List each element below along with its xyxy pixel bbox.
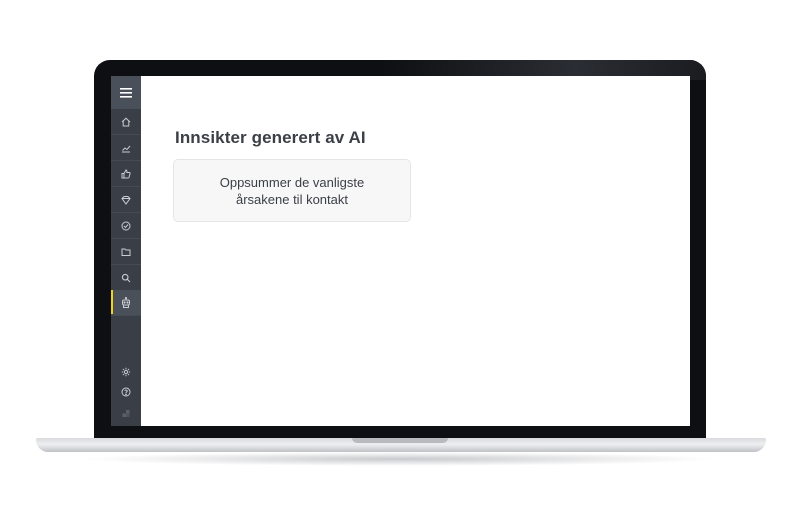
sidebar-item-tasks[interactable] (111, 213, 141, 239)
sidebar-logo (111, 401, 141, 426)
hamburger-icon (120, 87, 132, 98)
active-indicator (111, 290, 113, 314)
diamond-icon (121, 195, 131, 205)
main-content: Innsikter generert av AI Oppsummer de va… (141, 76, 690, 426)
help-icon (121, 387, 131, 396)
sidebar-item-premium[interactable] (111, 187, 141, 213)
robot-icon (122, 296, 130, 308)
check-circle-icon (121, 221, 131, 230)
app-screen: Innsikter generert av AI Oppsummer de va… (111, 76, 690, 426)
sidebar-item-folders[interactable] (111, 239, 141, 265)
ai-suggestion-text: Oppsummer de vanligste årsakene til kont… (219, 174, 365, 207)
sidebar-item-analytics[interactable] (111, 135, 141, 161)
chart-icon (122, 145, 131, 152)
gear-icon (121, 367, 131, 376)
home-icon (121, 117, 131, 126)
page-title: Innsikter generert av AI (175, 128, 366, 147)
sidebar-item-feedback[interactable] (111, 161, 141, 187)
folder-icon (121, 248, 131, 256)
laptop-notch (352, 438, 448, 443)
sidebar-item-search[interactable] (111, 265, 141, 291)
laptop-shadow (80, 452, 720, 466)
search-icon (121, 273, 131, 282)
sidebar (111, 76, 141, 426)
sidebar-item-home[interactable] (111, 109, 141, 135)
ai-suggestion-card[interactable]: Oppsummer de vanligste årsakene til kont… (173, 159, 411, 222)
hamburger-menu-button[interactable] (111, 76, 141, 109)
sidebar-item-ai-insights[interactable] (111, 290, 141, 316)
logo-icon (122, 409, 130, 417)
thumbs-up-icon (121, 168, 131, 178)
